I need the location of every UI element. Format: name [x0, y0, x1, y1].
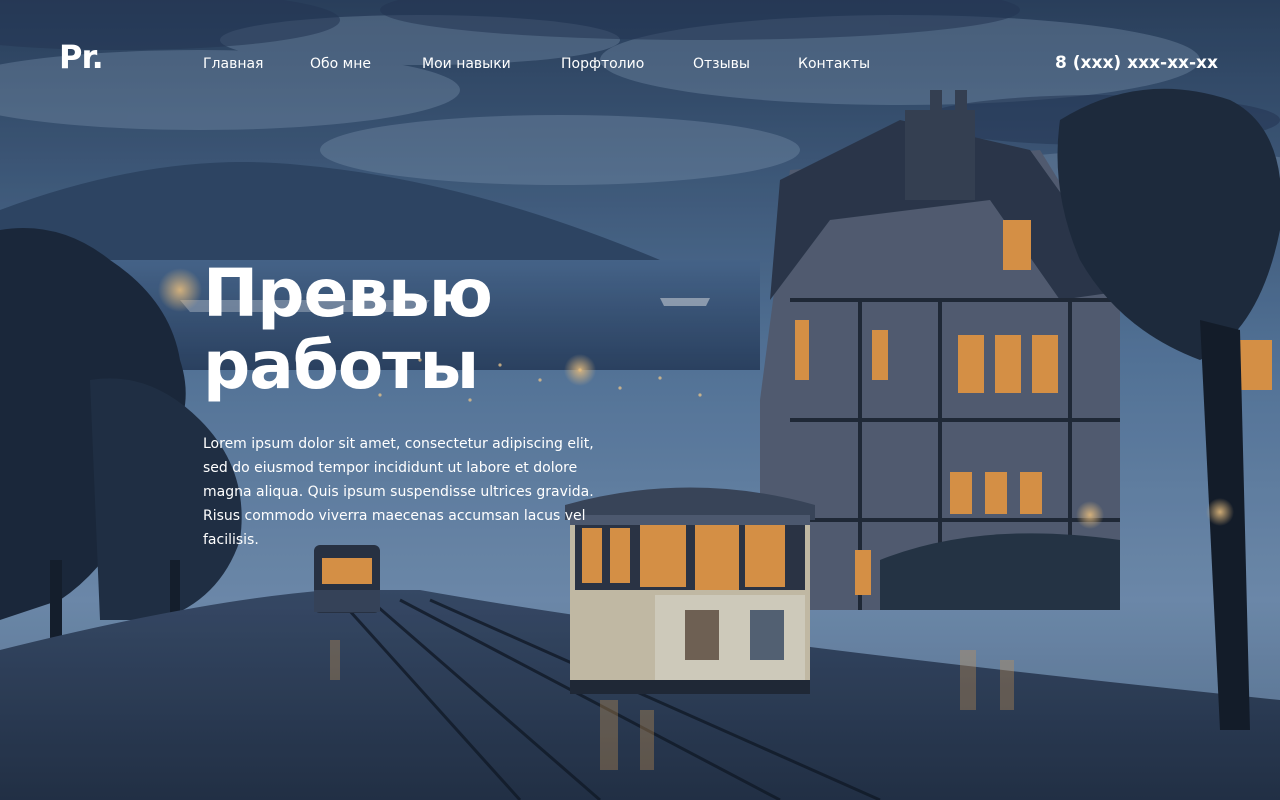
- phone-number-link[interactable]: 8 (xxx) xxx-xx-xx: [1055, 53, 1218, 73]
- hero-title-line-2: работы: [203, 327, 479, 404]
- hero-section: Pr. Главная Обо мне Мои навыки Порфтолио…: [0, 0, 1280, 800]
- nav-item-skills[interactable]: Мои навыки: [422, 56, 511, 72]
- hero-title-line-1: Превью: [203, 255, 493, 332]
- hero-title: Превью работы: [203, 258, 613, 402]
- logo[interactable]: Pr.: [59, 38, 104, 76]
- nav-item-contacts[interactable]: Контакты: [798, 56, 870, 72]
- site-header: Pr. Главная Обо мне Мои навыки Порфтолио…: [0, 0, 1280, 130]
- nav-item-about[interactable]: Обо мне: [310, 56, 371, 72]
- nav-item-reviews[interactable]: Отзывы: [693, 56, 750, 72]
- nav-item-portfolio[interactable]: Порфтолио: [561, 56, 644, 72]
- hero-description: Lorem ipsum dolor sit amet, consectetur …: [203, 436, 594, 548]
- hero-content: Превью работы Lorem ipsum dolor sit amet…: [203, 258, 613, 552]
- nav-item-home[interactable]: Главная: [203, 56, 263, 72]
